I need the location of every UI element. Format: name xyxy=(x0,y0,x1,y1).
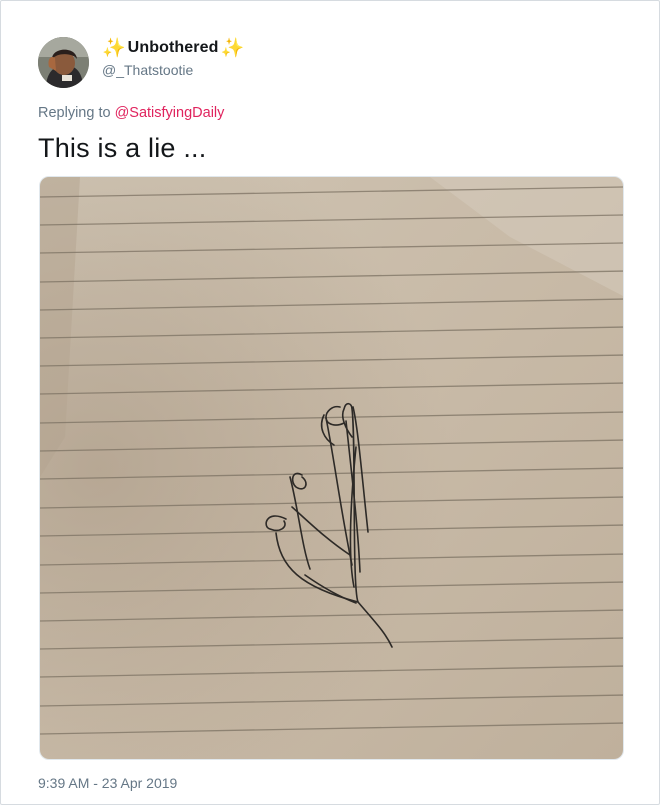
tweet-card: ✨ Unbothered ✨ @_Thatstootie Replying to… xyxy=(0,0,660,805)
tweet-text: This is a lie ... xyxy=(38,133,207,163)
avatar-image xyxy=(38,37,89,88)
display-name[interactable]: Unbothered xyxy=(128,39,219,57)
lined-paper-drawing xyxy=(40,177,623,759)
user-handle[interactable]: @_Thatstootie xyxy=(102,62,193,78)
mention-link[interactable]: @SatisfyingDaily xyxy=(115,105,225,121)
tweet-photo[interactable] xyxy=(39,176,624,760)
replying-prefix: Replying to xyxy=(38,105,111,121)
sparkle-icon: ✨ xyxy=(102,37,126,59)
sparkle-icon: ✨ xyxy=(220,37,245,59)
tweet-timestamp[interactable]: 9:39 AM - 23 Apr 2019 xyxy=(38,775,177,791)
avatar[interactable] xyxy=(38,37,89,88)
replying-to: Replying to @SatisfyingDaily xyxy=(38,105,224,121)
author-name-row[interactable]: ✨ Unbothered ✨ xyxy=(102,37,244,59)
